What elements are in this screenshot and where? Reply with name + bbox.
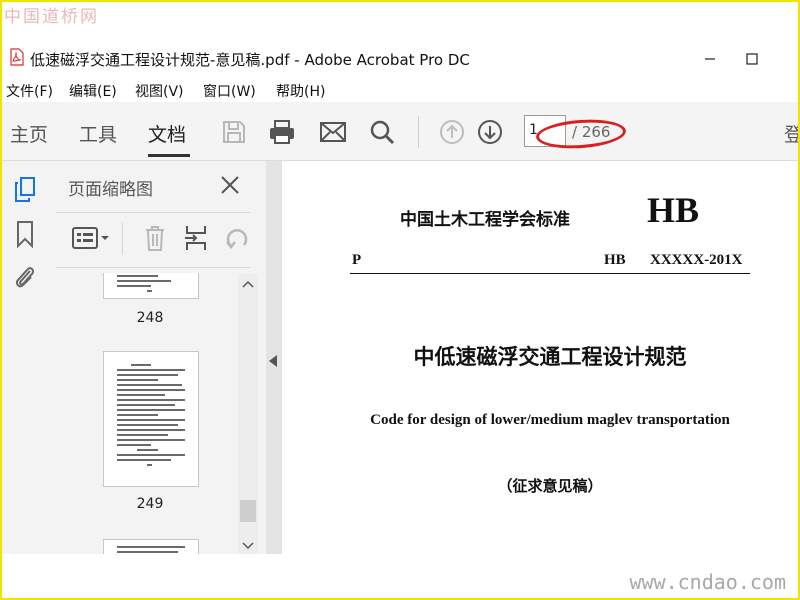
rotate-page-icon xyxy=(226,229,248,250)
scroll-thumb[interactable] xyxy=(240,500,256,522)
prev-page-icon xyxy=(440,120,464,144)
doc-classification: P xyxy=(352,252,362,268)
title-bar: 低速磁浮交通工程设计规范-意见稿.pdf - Adobe Acrobat Pro… xyxy=(2,40,798,78)
main-toolbar: 主页 工具 文档 1 / 266 登 xyxy=(2,102,800,161)
email-button[interactable] xyxy=(319,118,347,146)
thumbnail-scrollbar[interactable] xyxy=(238,274,258,554)
maximize-button[interactable] xyxy=(732,48,772,70)
menu-bar: 文件(F) 编辑(E) 视图(V) 窗口(W) 帮助(H) xyxy=(2,78,798,102)
chevron-up-icon xyxy=(242,280,254,288)
document-view[interactable]: 中国土木工程学会标准 HB P HB XXXXX-201X 中低速磁浮交通工程设… xyxy=(282,161,798,598)
page-thumbnail-249[interactable] xyxy=(103,351,199,487)
thumbnail-label: 249 xyxy=(136,496,164,512)
login-link[interactable]: 登 xyxy=(784,120,800,147)
panel-title: 页面缩略图 xyxy=(68,180,153,200)
tab-tools[interactable]: 工具 xyxy=(79,120,117,147)
search-button[interactable] xyxy=(368,118,396,146)
panel-collapse-strip[interactable] xyxy=(266,161,282,554)
prev-page-button[interactable] xyxy=(438,118,466,146)
minimize-button[interactable] xyxy=(690,48,730,70)
blank-area xyxy=(2,554,282,598)
panel-tool-separator xyxy=(122,223,123,255)
thumbnail-panel: 页面缩略图 248 249 xyxy=(50,161,266,554)
bookmarks-button[interactable] xyxy=(10,219,40,249)
save-icon xyxy=(223,121,245,143)
panel-divider xyxy=(56,212,250,213)
delete-page-button[interactable] xyxy=(140,223,170,253)
insert-page-button[interactable] xyxy=(182,223,212,253)
doc-draft-label: （征求意见稿） xyxy=(497,477,603,495)
thumbnail-options-icon xyxy=(72,227,109,249)
panel-divider xyxy=(56,267,250,268)
chevron-down-icon xyxy=(242,542,254,550)
search-icon xyxy=(370,120,395,145)
active-strip-pointer xyxy=(48,183,55,197)
tab-home[interactable]: 主页 xyxy=(10,120,48,147)
minimize-icon xyxy=(705,58,715,60)
scroll-up-button[interactable] xyxy=(238,274,258,294)
save-button[interactable] xyxy=(220,118,248,146)
email-icon xyxy=(320,122,346,142)
close-icon[interactable] xyxy=(218,173,242,197)
doc-standard-number: XXXXX-201X xyxy=(650,252,743,268)
page-thumbnail-next[interactable] xyxy=(103,539,199,554)
menu-view[interactable]: 视图(V) xyxy=(135,81,184,101)
next-page-icon xyxy=(478,120,502,144)
page-thumbnails-button[interactable] xyxy=(10,175,40,205)
menu-help[interactable]: 帮助(H) xyxy=(276,81,325,101)
menu-edit[interactable]: 编辑(E) xyxy=(69,81,117,101)
pdf-file-icon xyxy=(10,48,24,66)
thumbnail-label: 248 xyxy=(136,310,164,326)
navigation-strip xyxy=(2,161,55,554)
scroll-down-button[interactable] xyxy=(238,536,258,556)
thumbnail-options-button[interactable] xyxy=(70,223,112,253)
maximize-icon xyxy=(746,53,758,65)
next-page-button[interactable] xyxy=(476,118,504,146)
print-button[interactable] xyxy=(268,118,296,146)
window-title: 低速磁浮交通工程设计规范-意见稿.pdf - Adobe Acrobat Pro… xyxy=(30,51,470,69)
rotate-page-button[interactable] xyxy=(222,223,252,253)
insert-page-icon xyxy=(185,226,206,250)
doc-standard-prefix: HB xyxy=(604,252,626,268)
delete-page-icon xyxy=(146,226,164,251)
print-icon xyxy=(270,120,294,144)
panel-toolbar xyxy=(50,219,260,259)
toolbar-separator xyxy=(418,116,419,148)
tab-document[interactable]: 文档 xyxy=(148,120,186,147)
active-tab-indicator xyxy=(148,154,190,157)
bookmarks-icon xyxy=(17,221,33,248)
doc-standard-code: HB xyxy=(647,190,700,230)
menu-window[interactable]: 窗口(W) xyxy=(203,81,256,101)
menu-file[interactable]: 文件(F) xyxy=(6,81,53,101)
watermark-top: 中国道桥网 xyxy=(4,7,99,27)
attachments-button[interactable] xyxy=(10,263,40,293)
doc-title-chinese: 中低速磁浮交通工程设计规范 xyxy=(413,345,687,369)
page-thumbnails-icon xyxy=(15,177,35,202)
watermark-bottom: www.cndao.com xyxy=(629,570,786,594)
doc-title-english: Code for design of lower/medium maglev t… xyxy=(370,412,730,428)
page-thumbnail-248[interactable] xyxy=(103,273,199,299)
attachments-icon xyxy=(15,267,35,288)
doc-organization: 中国土木工程学会标准 xyxy=(400,210,570,230)
doc-rule xyxy=(350,273,750,274)
collapse-arrow-icon xyxy=(269,355,277,367)
